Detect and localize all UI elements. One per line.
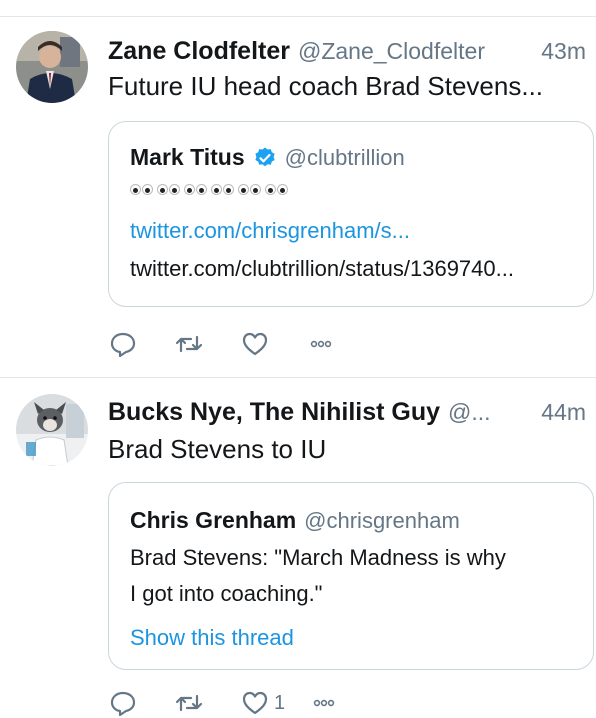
quote-link[interactable]: twitter.com/chrisgrenham/s... bbox=[130, 218, 410, 244]
eyes-emoji-row bbox=[130, 184, 288, 195]
quote-author-name: Mark Titus bbox=[130, 144, 245, 170]
show-thread-link[interactable]: Show this thread bbox=[130, 625, 294, 651]
verified-badge-icon bbox=[255, 147, 275, 166]
quote-text-line: I got into coaching." bbox=[130, 581, 323, 606]
author-name[interactable]: Bucks Nye, The Nihilist Guy bbox=[108, 398, 440, 427]
tweet-2[interactable]: Bucks Nye, The Nihilist Guy @... 44m Bra… bbox=[0, 378, 596, 717]
quote-text-line: Brad Stevens: "March Madness is why bbox=[130, 545, 506, 570]
tweet-header: Zane Clodfelter @Zane_Clodfelter 43m bbox=[108, 37, 586, 66]
tweet-text: Brad Stevens to IU bbox=[108, 434, 327, 464]
retweet-button[interactable] bbox=[174, 329, 204, 359]
tweet-1[interactable]: Zane Clodfelter @Zane_Clodfelter 43m Fut… bbox=[0, 17, 596, 377]
like-button[interactable] bbox=[240, 329, 270, 359]
quoted-tweet[interactable]: Chris Grenham @chrisgrenham Brad Stevens… bbox=[108, 482, 594, 670]
like-count: 1 bbox=[274, 691, 286, 714]
top-divider bbox=[0, 0, 596, 17]
quote-url-text: twitter.com/clubtrillion/status/1369740.… bbox=[130, 256, 514, 281]
avatar[interactable] bbox=[16, 31, 88, 103]
retweet-icon bbox=[175, 335, 203, 353]
quote-author-name: Chris Grenham bbox=[130, 507, 297, 533]
like-icon bbox=[242, 332, 268, 356]
tweet-actions bbox=[108, 329, 372, 359]
quoted-tweet[interactable]: Mark Titus @clubtrillion twitter.com/chr… bbox=[108, 121, 594, 307]
timestamp[interactable]: 43m bbox=[531, 38, 586, 65]
more-icon bbox=[310, 340, 332, 348]
timestamp[interactable]: 44m bbox=[531, 399, 586, 426]
avatar[interactable] bbox=[16, 394, 88, 466]
quote-header: Mark Titus @clubtrillion bbox=[130, 144, 405, 171]
quote-header: Chris Grenham @chrisgrenham bbox=[130, 507, 460, 534]
quote-author-handle: @chrisgrenham bbox=[304, 507, 460, 533]
tweet-header: Bucks Nye, The Nihilist Guy @... 44m bbox=[108, 398, 586, 427]
reply-button[interactable] bbox=[108, 329, 138, 359]
author-handle[interactable]: @Zane_Clodfelter bbox=[298, 38, 485, 65]
author-name[interactable]: Zane Clodfelter bbox=[108, 37, 290, 66]
author-handle[interactable]: @... bbox=[448, 399, 491, 426]
quote-author-handle: @clubtrillion bbox=[284, 144, 405, 170]
tweet-text: Future IU head coach Brad Stevens... bbox=[108, 71, 544, 101]
reply-icon bbox=[110, 332, 136, 358]
more-button[interactable] bbox=[306, 329, 336, 359]
